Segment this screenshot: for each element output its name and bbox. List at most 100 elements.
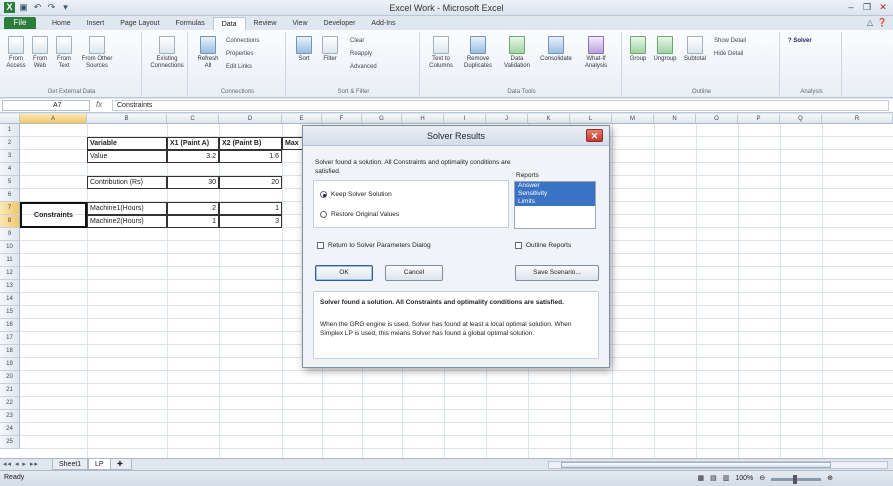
solver-button[interactable]: ? Solver bbox=[788, 38, 812, 44]
row-header[interactable]: 1 bbox=[0, 124, 20, 137]
cell-variable-header[interactable]: Variable bbox=[87, 137, 167, 150]
report-limits[interactable]: Limits bbox=[515, 198, 595, 206]
column-header[interactable]: J bbox=[486, 114, 528, 124]
row-header[interactable]: 4 bbox=[0, 163, 20, 176]
row-header[interactable]: 23 bbox=[0, 410, 20, 423]
row-header[interactable]: 21 bbox=[0, 384, 20, 397]
ribbon-collapse-icon[interactable]: △ bbox=[867, 18, 873, 27]
subtotal-button[interactable]: Subtotal bbox=[682, 36, 708, 63]
column-header[interactable]: D bbox=[219, 114, 282, 124]
advanced-button[interactable]: Advanced bbox=[350, 64, 377, 70]
cell-value-x1[interactable]: 3.2 bbox=[167, 150, 219, 163]
row-header[interactable]: 9 bbox=[0, 228, 20, 241]
sort-button[interactable]: Sort bbox=[294, 36, 314, 63]
outline-reports-checkbox[interactable]: Outline Reports bbox=[515, 242, 571, 249]
tab-review[interactable]: Review bbox=[246, 17, 285, 30]
tab-add-ins[interactable]: Add-Ins bbox=[363, 17, 403, 30]
insert-function-icon[interactable]: fx bbox=[96, 100, 102, 109]
dialog-title-bar[interactable]: Solver Results ✕ bbox=[303, 126, 609, 146]
row-header[interactable]: 17 bbox=[0, 332, 20, 345]
row-header[interactable]: 14 bbox=[0, 293, 20, 306]
row-header[interactable]: 2 bbox=[0, 137, 20, 150]
column-header[interactable]: C bbox=[167, 114, 219, 124]
column-header[interactable]: L bbox=[570, 114, 612, 124]
from-web-button[interactable]: From Web bbox=[30, 36, 50, 70]
page-layout-view-icon[interactable]: ▤ bbox=[710, 474, 717, 482]
filter-button[interactable]: Filter bbox=[320, 36, 340, 63]
row-header[interactable]: 22 bbox=[0, 397, 20, 410]
ok-button[interactable]: OK bbox=[315, 265, 373, 281]
text-to-columns-button[interactable]: Text to Columns bbox=[426, 36, 456, 70]
clear-button[interactable]: Clear bbox=[350, 38, 364, 44]
column-header[interactable]: A bbox=[20, 114, 87, 124]
sheet-tab-lp[interactable]: LP bbox=[88, 459, 111, 470]
cell-machine2-x1[interactable]: 1 bbox=[167, 215, 219, 228]
column-header[interactable]: K bbox=[528, 114, 570, 124]
save-scenario-button[interactable]: Save Scenario... bbox=[515, 265, 599, 281]
from-text-button[interactable]: From Text bbox=[54, 36, 74, 70]
normal-view-icon[interactable]: ▦ bbox=[697, 474, 704, 482]
refresh-all-button[interactable]: Refresh All bbox=[194, 36, 222, 70]
report-sensitivity[interactable]: Sensitivity bbox=[515, 190, 595, 198]
dialog-close-button[interactable]: ✕ bbox=[586, 129, 603, 142]
cell-machine1-x2[interactable]: 1 bbox=[219, 202, 282, 215]
show-detail-button[interactable]: Show Detail bbox=[714, 38, 746, 44]
report-answer[interactable]: Answer bbox=[515, 182, 595, 190]
restore-original-values-radio[interactable]: Restore Original Values bbox=[320, 211, 399, 218]
hide-detail-button[interactable]: Hide Detail bbox=[714, 51, 743, 57]
select-all-corner[interactable] bbox=[0, 114, 20, 124]
cell-x1-header[interactable]: X1 (Paint A) bbox=[167, 137, 219, 150]
cell-contribution-x2[interactable]: 20 bbox=[219, 176, 282, 189]
what-if-analysis-button[interactable]: What-If Analysis bbox=[578, 36, 614, 70]
tab-insert[interactable]: Insert bbox=[79, 17, 113, 30]
zoom-level[interactable]: 100% bbox=[735, 475, 753, 482]
row-header[interactable]: 8 bbox=[0, 215, 20, 228]
scroll-thumb[interactable] bbox=[561, 462, 831, 468]
cell-max-header[interactable]: Max bbox=[282, 137, 304, 150]
row-header[interactable]: 18 bbox=[0, 345, 20, 358]
name-box[interactable]: A7 bbox=[2, 100, 90, 111]
tab-formulas[interactable]: Formulas bbox=[168, 17, 213, 30]
row-header[interactable]: 6 bbox=[0, 189, 20, 202]
reapply-button[interactable]: Reapply bbox=[350, 51, 372, 57]
tab-home[interactable]: Home bbox=[44, 17, 79, 30]
row-header[interactable]: 24 bbox=[0, 423, 20, 436]
return-to-solver-checkbox[interactable]: Return to Solver Parameters Dialog bbox=[317, 242, 431, 249]
minimize-button[interactable]: – bbox=[845, 1, 857, 13]
close-button[interactable]: ✕ bbox=[877, 1, 889, 13]
column-header[interactable]: G bbox=[362, 114, 402, 124]
remove-duplicates-button[interactable]: Remove Duplicates bbox=[460, 36, 496, 70]
cell-contribution-x1[interactable]: 30 bbox=[167, 176, 219, 189]
row-header[interactable]: 10 bbox=[0, 241, 20, 254]
data-validation-button[interactable]: Data Validation bbox=[500, 36, 534, 70]
cell-machine1-x1[interactable]: 2 bbox=[167, 202, 219, 215]
row-header[interactable]: 7 bbox=[0, 202, 20, 215]
row-header[interactable]: 12 bbox=[0, 267, 20, 280]
cell-machine2-label[interactable]: Machine2(Hours) bbox=[87, 215, 167, 228]
ungroup-button[interactable]: Ungroup bbox=[652, 36, 678, 63]
help-icon[interactable]: ❓ bbox=[877, 18, 887, 27]
tab-data[interactable]: Data bbox=[212, 17, 246, 30]
tab-view[interactable]: View bbox=[284, 17, 315, 30]
cell-value-label[interactable]: Value bbox=[87, 150, 167, 163]
restore-button[interactable]: ❐ bbox=[861, 1, 873, 13]
row-header[interactable]: 15 bbox=[0, 306, 20, 319]
row-header[interactable]: 5 bbox=[0, 176, 20, 189]
sheet-nav-buttons[interactable]: ◂◂ ◂ ▸ ▸▸ bbox=[3, 460, 39, 468]
column-header[interactable]: M bbox=[612, 114, 654, 124]
column-header[interactable]: O bbox=[696, 114, 738, 124]
cell-machine2-x2[interactable]: 3 bbox=[219, 215, 282, 228]
cell-contribution-label[interactable]: Contribution (Rs) bbox=[87, 176, 167, 189]
insert-sheet-icon[interactable]: ✚ bbox=[110, 459, 132, 470]
keep-solver-solution-radio[interactable]: Keep Solver Solution bbox=[320, 191, 392, 198]
cell-machine1-label[interactable]: Machine1(Hours) bbox=[87, 202, 167, 215]
row-header[interactable]: 16 bbox=[0, 319, 20, 332]
column-header[interactable]: Q bbox=[780, 114, 822, 124]
horizontal-scrollbar[interactable] bbox=[548, 461, 888, 469]
zoom-out-icon[interactable]: ⊖ bbox=[759, 474, 765, 482]
column-header[interactable]: F bbox=[322, 114, 362, 124]
column-header[interactable]: N bbox=[654, 114, 696, 124]
column-header[interactable]: I bbox=[444, 114, 486, 124]
tab-file[interactable]: File bbox=[4, 17, 36, 29]
from-other-sources-button[interactable]: From Other Sources bbox=[80, 36, 114, 70]
